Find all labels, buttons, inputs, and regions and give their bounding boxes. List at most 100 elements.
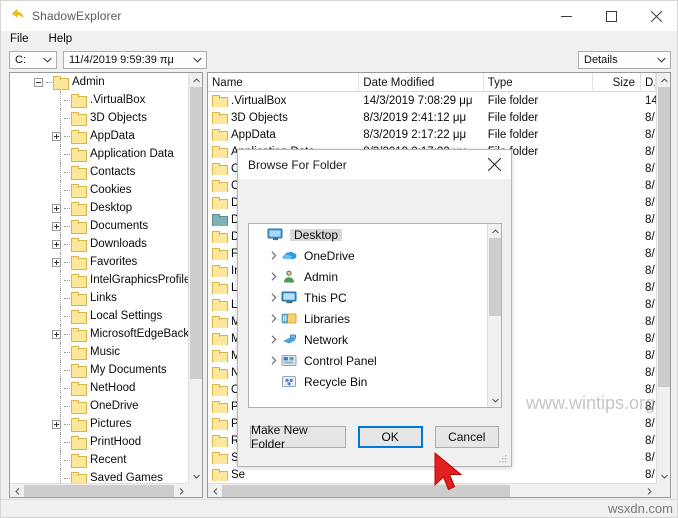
dialog-tree-item[interactable]: Desktop xyxy=(249,224,486,245)
table-row[interactable]: Se 8/ xyxy=(208,466,656,483)
tree-item[interactable]: Downloads xyxy=(10,235,188,253)
tree-item[interactable]: 3D Objects xyxy=(10,109,188,127)
scroll-left-icon[interactable] xyxy=(10,484,24,497)
dialog-tree-item[interactable]: Control Panel xyxy=(249,350,486,371)
dialog-folder-tree[interactable]: Desktop OneDrive Admin This PC Libraries Netw… xyxy=(249,224,486,407)
menu-item-file[interactable]: File xyxy=(10,33,29,46)
tree-item[interactable]: My Documents xyxy=(10,361,188,379)
scroll-corner xyxy=(656,483,670,497)
drive-select[interactable]: C: xyxy=(9,51,57,69)
tree-item-label: Documents xyxy=(90,220,149,232)
tree-connector xyxy=(64,333,70,335)
tree-item[interactable]: MicrosoftEdgeBacku xyxy=(10,325,188,343)
tree-item[interactable]: NetHood xyxy=(10,379,188,397)
dialog-button-row: Make New Folder OK Cancel xyxy=(238,423,511,451)
list-vertical-scrollbar[interactable] xyxy=(656,73,670,483)
column-header[interactable]: Size xyxy=(593,73,642,92)
tree-horizontal-scrollbar[interactable] xyxy=(10,483,188,497)
tree-item[interactable]: PrintHood xyxy=(10,433,188,451)
tree-item[interactable]: OneDrive xyxy=(10,397,188,415)
scroll-up-icon[interactable] xyxy=(189,73,202,87)
scroll-down-icon[interactable] xyxy=(657,469,670,483)
expand-icon[interactable] xyxy=(52,221,61,231)
expand-icon[interactable] xyxy=(52,203,61,213)
column-header[interactable]: Type xyxy=(484,73,594,92)
menu-item-help[interactable]: Help xyxy=(49,33,73,46)
dialog-tree-item[interactable]: OneDrive xyxy=(249,245,486,266)
tree-item-label: Favorites xyxy=(90,256,138,268)
column-header[interactable]: D. xyxy=(641,73,656,92)
dialog-tree-item[interactable]: Admin xyxy=(249,266,486,287)
maximize-icon[interactable] xyxy=(589,1,634,31)
scroll-down-icon[interactable] xyxy=(189,469,202,483)
column-header[interactable]: Name xyxy=(208,73,360,92)
chevron-right-icon[interactable] xyxy=(267,272,281,281)
chevron-right-icon[interactable] xyxy=(267,314,281,323)
collapse-icon[interactable] xyxy=(34,77,43,87)
expand-icon[interactable] xyxy=(52,419,61,429)
tree-item[interactable]: Music xyxy=(10,343,188,361)
chevron-right-icon[interactable] xyxy=(267,356,281,365)
folder-icon xyxy=(212,247,228,260)
tree-hscroll-thumb[interactable] xyxy=(24,485,174,497)
snapshot-select[interactable]: 11/4/2019 9:59:39 πμ xyxy=(63,51,207,69)
make-new-folder-button[interactable]: Make New Folder xyxy=(250,423,346,451)
tree-item[interactable]: IntelGraphicsProfiles xyxy=(10,271,188,289)
tree-item[interactable]: Local Settings xyxy=(10,307,188,325)
close-icon[interactable] xyxy=(634,1,677,31)
folder-tree[interactable]: Admin .VirtualBox 3D Objects AppData Applica… xyxy=(10,73,188,483)
tree-item[interactable]: Saved Games xyxy=(10,469,188,483)
expand-icon[interactable] xyxy=(52,131,61,141)
close-icon[interactable] xyxy=(477,150,511,179)
chevron-right-icon[interactable] xyxy=(267,335,281,344)
scroll-down-icon[interactable] xyxy=(488,393,501,407)
list-scroll-thumb[interactable] xyxy=(658,87,670,387)
tree-item[interactable]: Application Data xyxy=(10,145,188,163)
scroll-up-icon[interactable] xyxy=(657,73,670,87)
ok-button[interactable]: OK xyxy=(357,426,423,448)
tree-scroll-thumb[interactable] xyxy=(190,87,202,379)
chevron-right-icon[interactable] xyxy=(267,251,281,260)
dialog-title-bar: Browse For Folder xyxy=(238,150,511,179)
expand-icon[interactable] xyxy=(52,239,61,249)
table-row[interactable]: 3D Objects 8/3/2019 2:41:12 μμ File folder… xyxy=(208,109,656,126)
tree-item[interactable]: AppData xyxy=(10,127,188,145)
tree-vertical-scrollbar[interactable] xyxy=(188,73,202,483)
tree-item[interactable]: Links xyxy=(10,289,188,307)
dialog-tree-item[interactable]: Network xyxy=(249,329,486,350)
scroll-left-icon[interactable] xyxy=(208,484,222,497)
view-mode-select[interactable]: Details xyxy=(578,51,671,69)
scroll-up-icon[interactable] xyxy=(488,224,501,238)
table-row[interactable]: .VirtualBox 14/3/2019 7:08:29 μμ File fold… xyxy=(208,92,656,109)
tree-item[interactable]: Contacts xyxy=(10,163,188,181)
tree-item[interactable]: Admin xyxy=(10,73,188,91)
list-horizontal-scrollbar[interactable] xyxy=(208,483,656,497)
scroll-right-icon[interactable] xyxy=(174,484,188,497)
dialog-vertical-scrollbar[interactable] xyxy=(487,224,501,407)
folder-icon xyxy=(212,162,228,175)
list-hscroll-thumb[interactable] xyxy=(222,485,510,497)
tree-item[interactable]: Cookies xyxy=(10,181,188,199)
chevron-right-icon[interactable] xyxy=(267,293,281,302)
minimize-icon[interactable] xyxy=(544,1,589,31)
dialog-tree-item[interactable]: Libraries xyxy=(249,308,486,329)
table-row[interactable]: AppData 8/3/2019 2:17:22 μμ File folder 8/ xyxy=(208,126,656,143)
tree-item[interactable]: Documents xyxy=(10,217,188,235)
tree-item[interactable]: .VirtualBox xyxy=(10,91,188,109)
tree-item[interactable]: Pictures xyxy=(10,415,188,433)
column-header[interactable]: Date Modified xyxy=(359,73,484,92)
scroll-right-icon[interactable] xyxy=(642,484,656,497)
dialog-scroll-thumb[interactable] xyxy=(489,238,501,316)
resize-grip-icon[interactable] xyxy=(498,454,508,464)
cell-d: 8/ xyxy=(645,383,655,396)
cancel-button[interactable]: Cancel xyxy=(434,426,500,448)
tree-item[interactable]: Favorites xyxy=(10,253,188,271)
dialog-tree-item[interactable]: This PC xyxy=(249,287,486,308)
tree-item[interactable]: Recent xyxy=(10,451,188,469)
expand-icon[interactable] xyxy=(52,257,61,267)
expand-icon[interactable] xyxy=(52,329,61,339)
dialog-tree-item[interactable]: Recycle Bin xyxy=(249,371,486,392)
tree-item[interactable]: Desktop xyxy=(10,199,188,217)
